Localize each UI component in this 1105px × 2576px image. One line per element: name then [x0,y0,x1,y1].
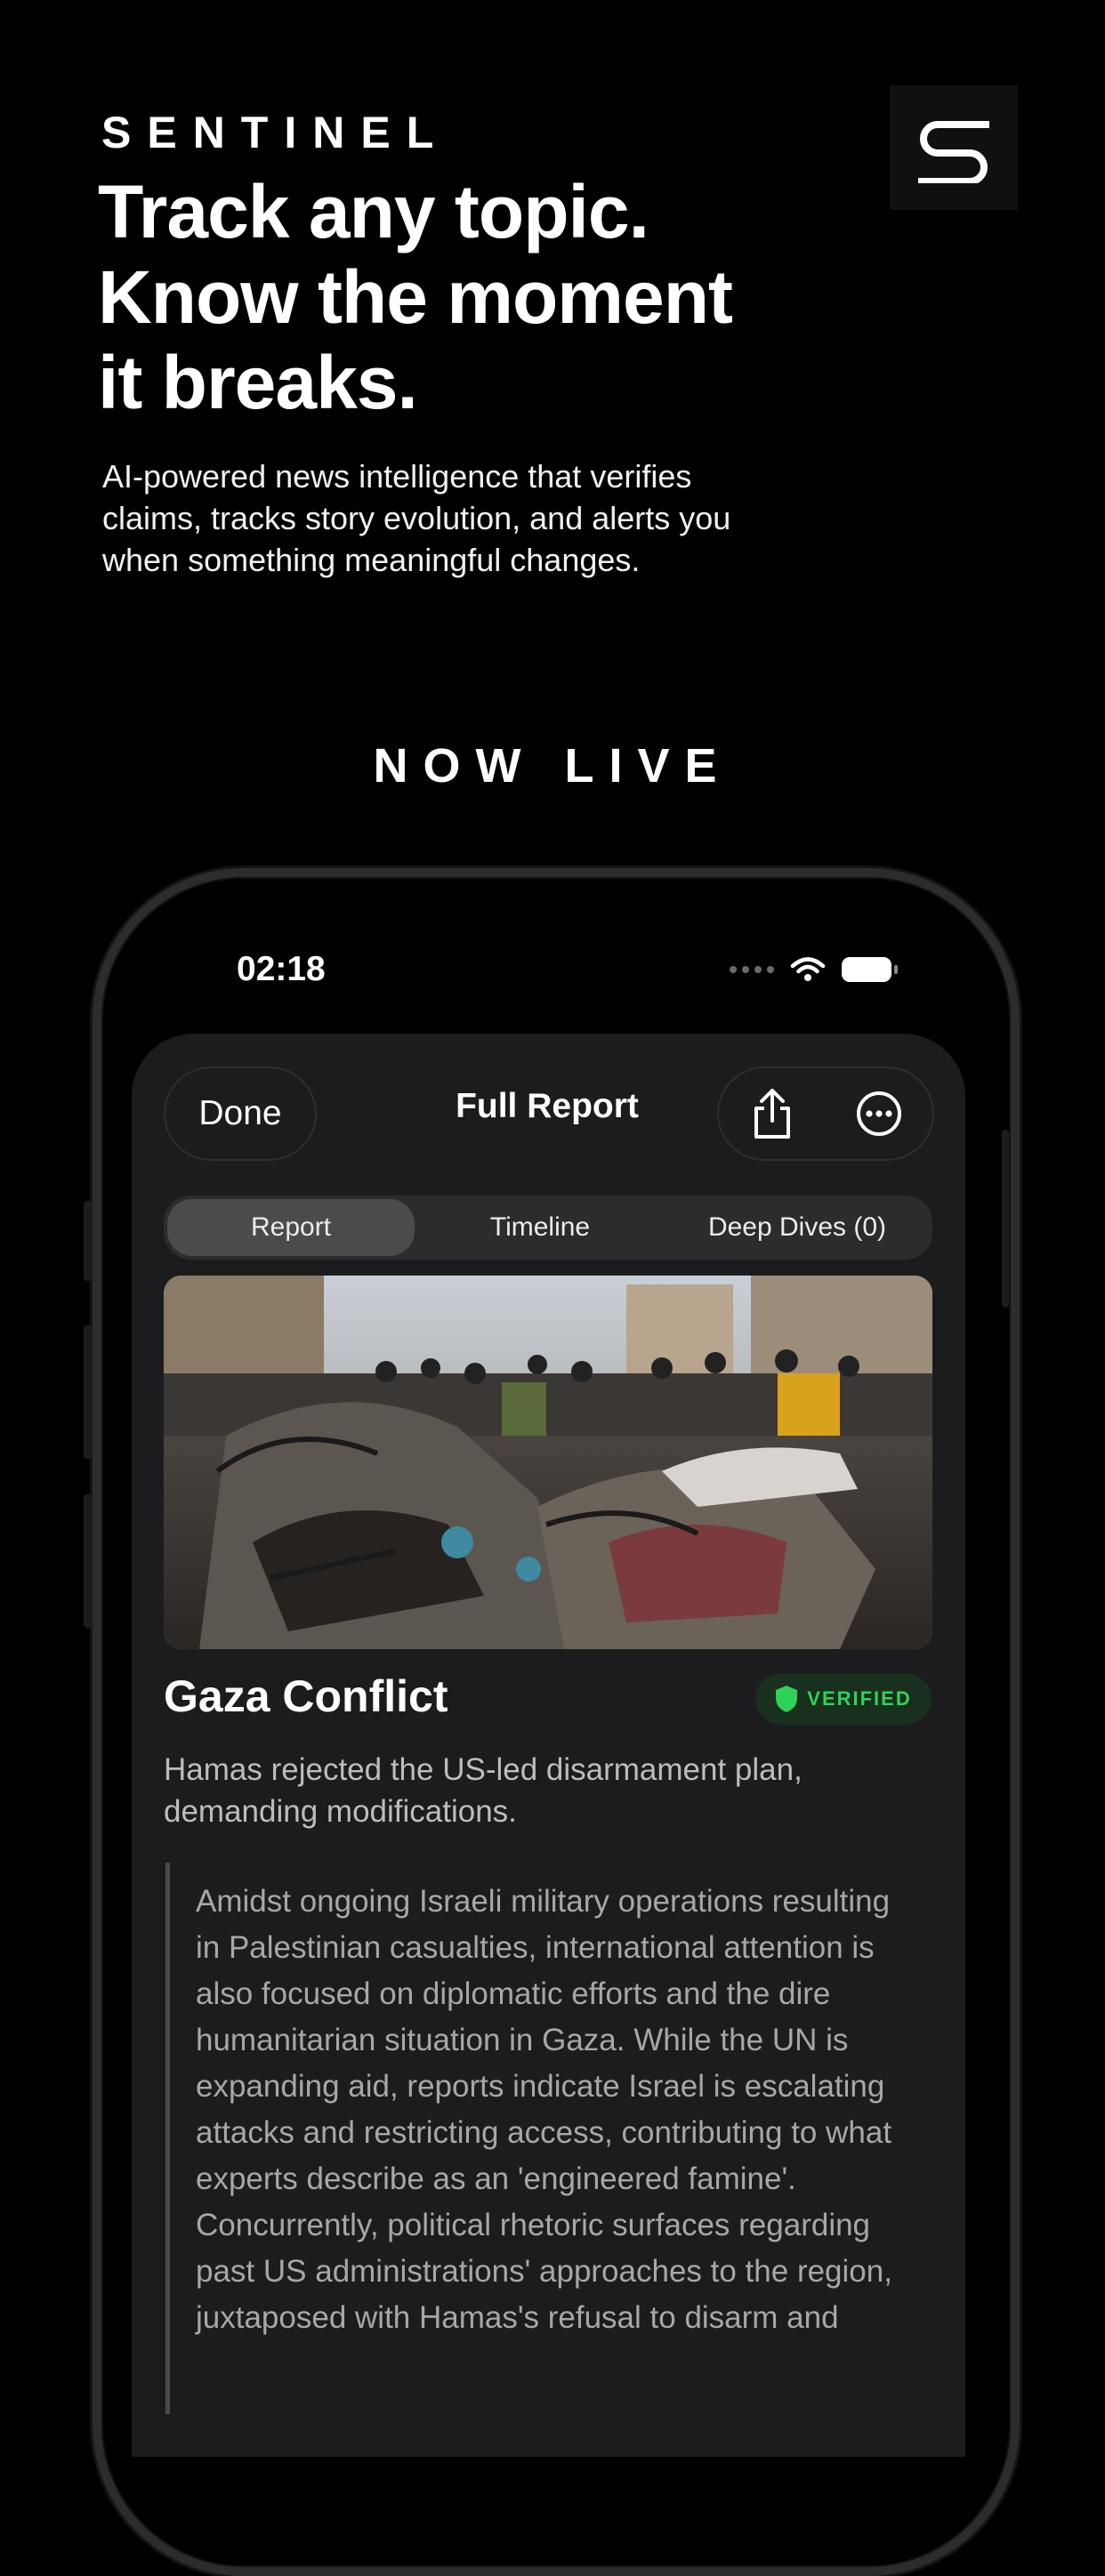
report-photo [164,1276,932,1649]
now-live-label: NOW LIVE [373,739,732,793]
action-group [717,1067,934,1161]
done-button[interactable]: Done [164,1067,317,1161]
phone-side-button [1002,1130,1009,1308]
sheet-title: Full Report [456,1087,639,1125]
quote-divider [165,1863,170,2414]
phone-side-button [84,1325,93,1459]
report-topic-title: Gaza Conflict [164,1671,448,1721]
tab-timeline[interactable]: Timeline [415,1199,665,1256]
share-icon[interactable] [741,1083,803,1145]
verified-badge: VERIFIED [755,1673,932,1725]
headline-line: Know the moment [98,255,733,339]
headline: Track any topic. Know the moment it brea… [98,169,792,425]
report-body-text: Amidst ongoing Israeli military operatio… [196,1884,892,2335]
phone-side-button [84,1494,93,1628]
signal-dots-icon [730,966,774,973]
brand-name: SENTINEL [101,108,450,157]
tab-deep-dives[interactable]: Deep Dives (0) [665,1199,929,1256]
status-icons [730,956,898,983]
verified-badge-label: VERIFIED [807,1687,912,1710]
s-logo-icon [890,85,1018,210]
wifi-icon [790,957,826,981]
battery-icon [842,957,898,982]
tab-report[interactable]: Report [167,1199,415,1256]
tab-segmented-control: Report Timeline Deep Dives (0) [164,1195,932,1260]
headline-line: it breaks. [98,341,418,424]
report-summary: Hamas rejected the US-led disarmament pl… [164,1752,803,1829]
more-icon[interactable] [848,1083,910,1145]
promo-subtitle: AI-powered news intelligence that verifi… [102,458,731,578]
status-time: 02:18 [237,950,326,988]
headline-line: Track any topic. [98,170,649,254]
phone-side-button [84,1201,93,1281]
shield-icon [776,1686,798,1712]
